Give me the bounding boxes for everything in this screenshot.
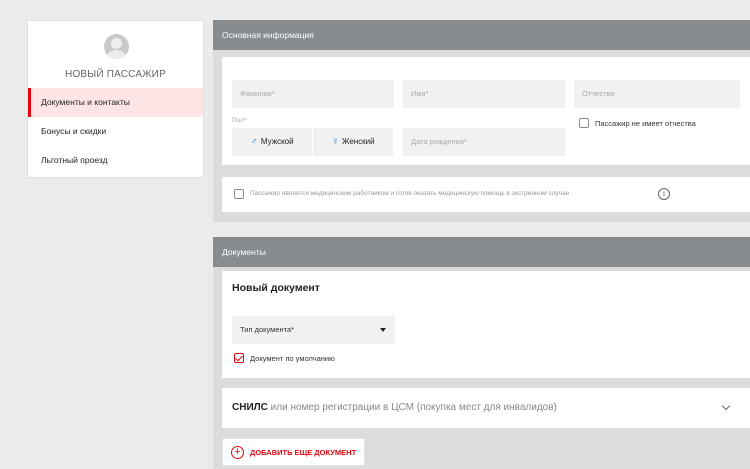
chevron-down-icon[interactable] [721,401,731,411]
add-document-button[interactable]: + ДОБАВИТЬ ЕЩЕ ДОКУМЕНТ [222,438,365,466]
no-patronymic-label: Пассажир не имеет отчества [595,119,696,128]
default-document-checkbox[interactable] [234,353,244,363]
birthdate-field[interactable]: Дата рождения* [403,128,565,156]
surname-field[interactable]: Фамилия* [232,80,394,108]
medical-worker-label: Пассажир является медицинским работником… [250,190,570,197]
documents-header: Документы [213,237,750,267]
sidebar-item-bonuses[interactable]: Бонусы и скидки [28,117,203,146]
sidebar-menu: Документы и контакты Бонусы и скидки Льг… [28,88,203,175]
no-patronymic-checkbox[interactable] [579,118,589,128]
gender-label: Пол* [232,117,247,124]
gender-male-button[interactable]: ♂ Мужской [232,128,312,156]
gender-female-button[interactable]: ♀ Женский [313,128,393,156]
basic-info-header: Основная информация [213,20,750,50]
basic-info-card: Фамилия* Имя* Отчество Пол* ♂ Мужской ♀ Же… [222,57,750,165]
plus-icon: + [231,446,244,459]
patronymic-field[interactable]: Отчество [574,80,740,108]
medical-worker-checkbox[interactable] [234,189,244,199]
chevron-down-icon [380,328,386,332]
default-document-label: Документ по умолчанию [250,354,335,363]
name-field[interactable]: Имя* [403,80,565,108]
document-type-select[interactable]: Тип документа* [232,316,395,344]
sidebar-item-documents[interactable]: Документы и контакты [28,88,203,117]
passenger-title: НОВЫЙ ПАССАЖИР [65,69,166,80]
new-document-title: Новый документ [232,282,320,294]
info-icon[interactable]: i [658,188,670,200]
medical-worker-card: Пассажир является медицинским работником… [222,177,750,212]
snils-row[interactable]: СНИЛС или номер регистрации в ЦСМ (покуп… [222,388,750,428]
female-icon: ♀ [331,136,339,147]
passenger-card: НОВЫЙ ПАССАЖИР Документы и контакты Бону… [27,20,204,178]
new-document-card: Новый документ Тип документа* Документ п… [222,271,750,378]
male-icon: ♂ [250,136,258,147]
avatar-icon [104,34,129,59]
snils-label: СНИЛС или номер регистрации в ЦСМ (покуп… [232,402,557,413]
sidebar-item-benefits[interactable]: Льготный проезд [28,146,203,175]
